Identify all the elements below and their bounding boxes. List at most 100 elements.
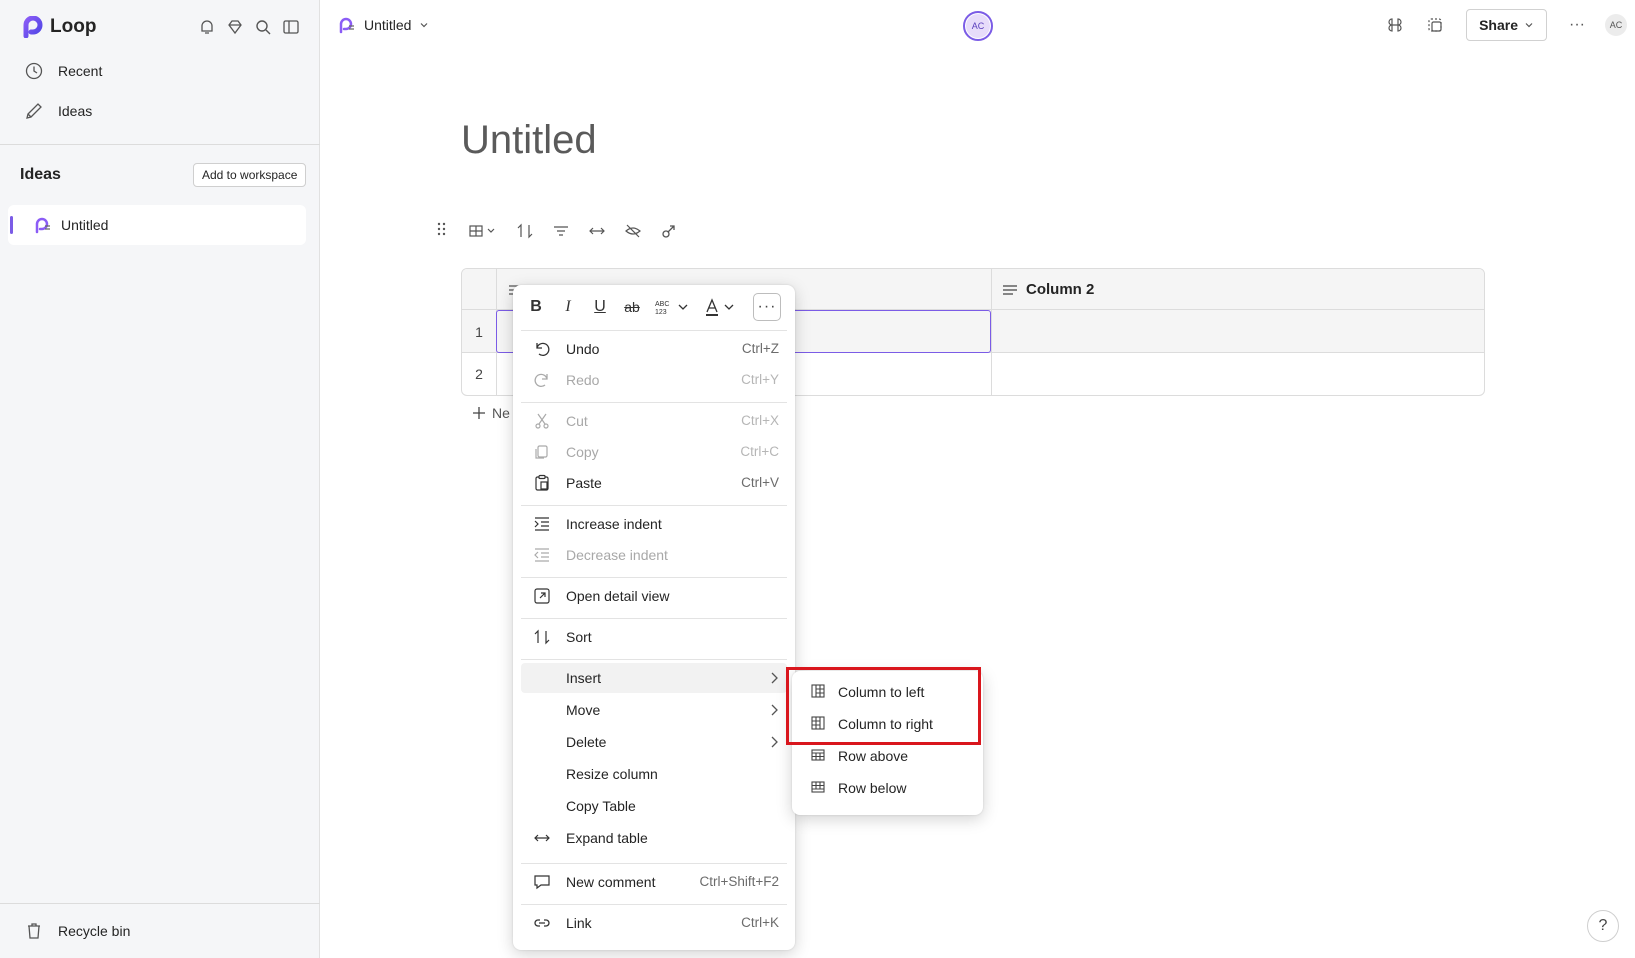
italic-button[interactable]: I <box>557 296 579 318</box>
sidebar-page-untitled[interactable]: Untitled <box>8 205 306 245</box>
menu-label: Insert <box>566 670 602 686</box>
menu-delete[interactable]: Delete <box>521 727 787 757</box>
decrease-indent-icon <box>534 548 549 562</box>
nav-ideas-label: Ideas <box>58 103 93 119</box>
menu-separator <box>521 863 787 864</box>
comment-icon <box>534 875 550 890</box>
chevron-right-icon <box>771 736 778 748</box>
insert-row-below[interactable]: Row below <box>792 773 983 803</box>
menu-label: Copy <box>566 444 599 460</box>
menu-label: Resize column <box>566 766 658 782</box>
recycle-bin[interactable]: Recycle bin <box>24 921 130 941</box>
expand-icon[interactable] <box>588 222 606 240</box>
menu-label: Paste <box>566 475 602 491</box>
menu-copy-table[interactable]: Copy Table <box>521 791 787 821</box>
table-view-icon[interactable] <box>468 222 498 240</box>
menu-decrease-indent[interactable]: Decrease indent <box>521 540 787 570</box>
spellcheck-dropdown-icon[interactable]: ABC123 <box>653 296 693 318</box>
share-component-icon[interactable] <box>660 222 678 240</box>
bold-button[interactable]: B <box>525 296 547 318</box>
user-avatar[interactable]: AC <box>1605 14 1627 36</box>
chevron-right-icon <box>771 672 778 684</box>
nav-ideas[interactable]: Ideas <box>24 101 92 121</box>
collapse-sidebar-icon[interactable] <box>282 18 300 36</box>
menu-cut[interactable]: Cut Ctrl+X <box>521 406 787 436</box>
collaborator-avatar[interactable]: AC <box>963 11 993 41</box>
diamond-icon[interactable] <box>226 18 244 36</box>
underline-button[interactable]: U <box>589 296 611 318</box>
bell-icon[interactable] <box>198 18 216 36</box>
menu-shortcut: Ctrl+Z <box>741 341 779 356</box>
menu-undo[interactable]: Undo Ctrl+Z <box>521 334 787 364</box>
more-options-button[interactable]: ··· <box>1569 16 1585 34</box>
menu-increase-indent[interactable]: Increase indent <box>521 509 787 539</box>
redo-icon <box>534 373 548 388</box>
menu-new-comment[interactable]: New comment Ctrl+Shift+F2 <box>521 867 787 897</box>
drag-handle-icon[interactable] <box>436 222 448 236</box>
menu-separator <box>521 505 787 506</box>
menu-expand-table[interactable]: Expand table <box>521 823 787 853</box>
new-row-button[interactable]: Ne <box>472 405 510 421</box>
menu-link[interactable]: Link Ctrl+K <box>521 908 787 938</box>
doc-title-dropdown[interactable]: Untitled <box>338 16 429 34</box>
trash-icon <box>28 923 40 939</box>
new-row-label: Ne <box>492 405 510 421</box>
menu-label: Undo <box>566 341 600 357</box>
loop-logo[interactable]: Loop <box>22 16 96 38</box>
open-detail-icon <box>534 588 550 604</box>
strikethrough-button[interactable]: ab <box>621 296 643 318</box>
annotation-highlight-box <box>786 667 981 745</box>
text-color-dropdown-icon[interactable] <box>703 296 743 318</box>
menu-separator <box>521 577 787 578</box>
expand-icon <box>534 834 550 842</box>
link-icon <box>534 919 550 927</box>
nav-recent[interactable]: Recent <box>24 61 102 81</box>
sort-icon[interactable] <box>516 222 534 240</box>
menu-open-detail-view[interactable]: Open detail view <box>521 581 787 611</box>
help-button[interactable]: ? <box>1587 910 1619 942</box>
ideas-icon <box>26 103 42 119</box>
scissors-icon <box>535 413 549 429</box>
clock-icon <box>25 62 43 80</box>
menu-paste[interactable]: Paste Ctrl+V <box>521 468 787 498</box>
column-2-header[interactable]: Column 2 <box>1002 281 1094 298</box>
submenu-label: Row below <box>838 780 907 796</box>
doc-title-label: Untitled <box>364 17 412 33</box>
menu-resize-column[interactable]: Resize column <box>521 759 787 789</box>
menu-label: Link <box>566 915 592 931</box>
add-to-workspace-button[interactable]: Add to workspace <box>193 163 307 187</box>
menu-separator <box>521 659 787 660</box>
menu-redo[interactable]: Redo Ctrl+Y <box>521 365 787 395</box>
format-toolbar: B I U ab ABC 123 ··· <box>525 293 781 321</box>
menu-copy[interactable]: Copy Ctrl+C <box>521 437 787 467</box>
menu-move[interactable]: Move <box>521 695 787 725</box>
loop-page-icon <box>35 217 50 234</box>
loop-logo-icon <box>23 16 43 38</box>
apps-icon[interactable] <box>1386 16 1404 34</box>
share-button[interactable]: Share <box>1466 9 1548 41</box>
recycle-bin-label: Recycle bin <box>58 923 131 939</box>
undo-icon <box>536 342 550 357</box>
format-more-button[interactable]: ··· <box>753 293 781 321</box>
menu-label: Sort <box>566 629 592 645</box>
menu-insert[interactable]: Insert <box>521 663 787 693</box>
hide-icon[interactable] <box>624 222 642 240</box>
menu-sort[interactable]: Sort <box>521 622 787 652</box>
column-2-label: Column 2 <box>1026 281 1095 298</box>
filter-icon[interactable] <box>552 222 570 240</box>
menu-shortcut: Ctrl+Y <box>741 372 779 387</box>
row-above-icon <box>811 749 825 761</box>
menu-label: Expand table <box>566 830 648 846</box>
chevron-right-icon <box>771 704 778 716</box>
chevron-down-icon <box>421 23 428 28</box>
share-label: Share <box>1479 17 1519 33</box>
submenu-label: Row above <box>838 748 909 764</box>
insert-row-above[interactable]: Row above <box>792 741 983 771</box>
svg-text:123: 123 <box>655 309 667 316</box>
svg-text:ABC: ABC <box>655 301 669 308</box>
sidebar: Loop Recent Ideas Ideas Add to workspace… <box>0 0 320 958</box>
workspace-view-icon[interactable] <box>1426 16 1444 34</box>
search-icon[interactable] <box>254 18 272 36</box>
menu-label: Decrease indent <box>566 547 668 563</box>
page-title[interactable]: Untitled <box>461 118 597 163</box>
